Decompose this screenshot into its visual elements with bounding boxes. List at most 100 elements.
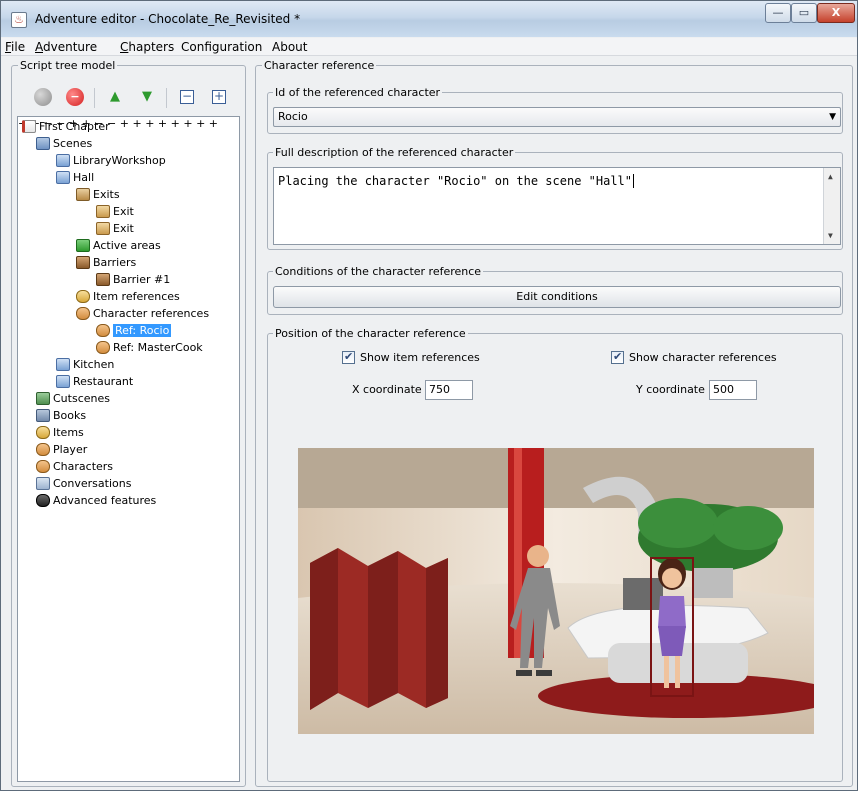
- scroll-up-icon[interactable]: ▲: [828, 172, 833, 181]
- x-coordinate-input[interactable]: 750: [425, 380, 473, 400]
- tree-node-cutscenes[interactable]: Cutscenes: [36, 391, 110, 407]
- expander-characters[interactable]: +: [183, 117, 192, 130]
- items-icon: [36, 426, 50, 439]
- expander-cutscenes[interactable]: +: [145, 117, 154, 130]
- character-reference-panel: Character reference Id of the referenced…: [255, 59, 853, 787]
- scene-icon: [56, 375, 70, 388]
- window-title: Adventure editor - Chocolate_Re_Revisite…: [35, 12, 301, 26]
- tree-node-player[interactable]: Player: [36, 442, 87, 458]
- y-coordinate-label: Y coordinate: [636, 383, 705, 396]
- tree-node-ref-rocio[interactable]: Ref: Rocio: [96, 323, 172, 339]
- description-scrollbar[interactable]: ▲ ▼: [823, 168, 840, 244]
- tree-node-kitchen[interactable]: Kitchen: [56, 357, 114, 373]
- character-icon: [96, 324, 110, 337]
- conversations-icon: [36, 477, 50, 490]
- tree-node-character-references[interactable]: Character references: [76, 306, 209, 322]
- conditions-group-legend: Conditions of the character reference: [273, 265, 484, 278]
- show-character-references-checkbox[interactable]: Show character references: [611, 349, 777, 366]
- tree-node-library-workshop[interactable]: LibraryWorkshop: [56, 153, 166, 169]
- script-tree-legend: Script tree model: [18, 59, 118, 72]
- text-caret: [633, 174, 635, 188]
- menu-about[interactable]: About: [272, 40, 307, 54]
- edit-conditions-button[interactable]: Edit conditions: [273, 286, 841, 308]
- close-button[interactable]: X: [817, 3, 855, 23]
- tree-node-exit-2[interactable]: Exit: [96, 221, 134, 237]
- tree-node-exits[interactable]: Exits: [76, 187, 120, 203]
- tree-node-books[interactable]: Books: [36, 408, 86, 424]
- move-down-button[interactable]: ▼: [138, 88, 156, 106]
- description-group: Full description of the referenced chara…: [267, 146, 843, 250]
- scroll-down-icon[interactable]: ▼: [828, 231, 833, 240]
- chevron-down-icon: ▼: [829, 112, 836, 122]
- scene-icon: [56, 358, 70, 371]
- menu-file[interactable]: File: [5, 40, 25, 54]
- character-icon: [96, 341, 110, 354]
- barrier-icon: [96, 273, 110, 286]
- character-reference-icon: [76, 307, 90, 320]
- add-node-button[interactable]: [34, 88, 52, 106]
- x-coordinate-label: X coordinate: [352, 383, 422, 396]
- collapse-all-button[interactable]: −: [180, 90, 194, 104]
- toolbar-separator: [166, 88, 167, 108]
- exits-icon: [76, 188, 90, 201]
- scene-preview[interactable]: [298, 448, 814, 734]
- tree-node-items[interactable]: Items: [36, 425, 84, 441]
- expander-books[interactable]: +: [158, 117, 167, 130]
- expander-advanced-features[interactable]: +: [209, 117, 218, 130]
- tree-node-scenes[interactable]: Scenes: [36, 136, 92, 152]
- scene-hall-image: [298, 448, 814, 734]
- tree-node-conversations[interactable]: Conversations: [36, 476, 131, 492]
- y-coordinate-input[interactable]: 500: [709, 380, 757, 400]
- tree-toolbar: − ▲ ▼ − +: [22, 88, 237, 108]
- expander-conversations[interactable]: +: [196, 117, 205, 130]
- tree-node-restaurant[interactable]: Restaurant: [56, 374, 133, 390]
- door-icon: [96, 222, 110, 235]
- position-group-legend: Position of the character reference: [273, 327, 468, 340]
- editor-window: ♨ Adventure editor - Chocolate_Re_Revisi…: [0, 0, 858, 791]
- expand-all-button[interactable]: +: [212, 90, 226, 104]
- tree-node-advanced-features[interactable]: Advanced features: [36, 493, 156, 509]
- tree-node-hall[interactable]: Hall: [56, 170, 94, 186]
- expander-kitchen[interactable]: +: [120, 117, 129, 130]
- scene-icon: [56, 171, 70, 184]
- character-id-select[interactable]: Rocio ▼: [273, 107, 841, 127]
- expander-items[interactable]: +: [171, 117, 180, 130]
- id-group: Id of the referenced character Rocio ▼: [267, 86, 843, 134]
- description-text: Placing the character "Rocio" on the sce…: [278, 174, 633, 188]
- tree-node-barrier-1[interactable]: Barrier #1: [96, 272, 170, 288]
- move-up-button[interactable]: ▲: [106, 88, 124, 106]
- tree-node-item-references[interactable]: Item references: [76, 289, 180, 305]
- title-bar[interactable]: ♨ Adventure editor - Chocolate_Re_Revisi…: [1, 1, 857, 37]
- active-areas-icon: [76, 239, 90, 252]
- expander-restaurant[interactable]: +: [132, 117, 141, 130]
- selected-character: Rocio: [278, 110, 308, 123]
- id-group-legend: Id of the referenced character: [273, 86, 443, 99]
- tree-node-ref-mastercook[interactable]: Ref: MasterCook: [96, 340, 203, 356]
- tree-node-active-areas[interactable]: Active areas: [76, 238, 161, 254]
- conditions-group: Conditions of the character reference Ed…: [267, 265, 843, 315]
- scenes-icon: [36, 137, 50, 150]
- menu-chapters[interactable]: Chapters: [120, 40, 174, 54]
- java-app-icon: ♨: [11, 12, 27, 28]
- tree-node-exit-1[interactable]: Exit: [96, 204, 134, 220]
- description-textarea[interactable]: Placing the character "Rocio" on the sce…: [273, 167, 841, 245]
- script-tree[interactable]: First Chapter − Scenes + LibraryWorkshop…: [17, 116, 240, 782]
- minimize-button[interactable]: —: [765, 3, 791, 23]
- show-item-references-checkbox[interactable]: Show item references: [342, 349, 480, 366]
- menu-bar: File Adventure Chapters Configuration Ab…: [1, 38, 857, 56]
- tree-node-barriers[interactable]: Barriers: [76, 255, 136, 271]
- door-icon: [96, 205, 110, 218]
- checkbox-checked-icon: [342, 349, 355, 365]
- maximize-button[interactable]: ▭: [791, 3, 817, 23]
- tree-node-first-chapter[interactable]: First Chapter: [22, 119, 110, 135]
- characters-icon: [36, 460, 50, 473]
- checkbox-checked-icon: [611, 349, 624, 365]
- barrier-icon: [76, 256, 90, 269]
- advanced-features-icon: [36, 494, 50, 507]
- menu-adventure[interactable]: Adventure: [35, 40, 97, 54]
- menu-configuration[interactable]: Configuration: [181, 40, 262, 54]
- player-icon: [36, 443, 50, 456]
- description-group-legend: Full description of the referenced chara…: [273, 146, 516, 159]
- tree-node-characters[interactable]: Characters: [36, 459, 113, 475]
- delete-node-button[interactable]: −: [66, 88, 84, 106]
